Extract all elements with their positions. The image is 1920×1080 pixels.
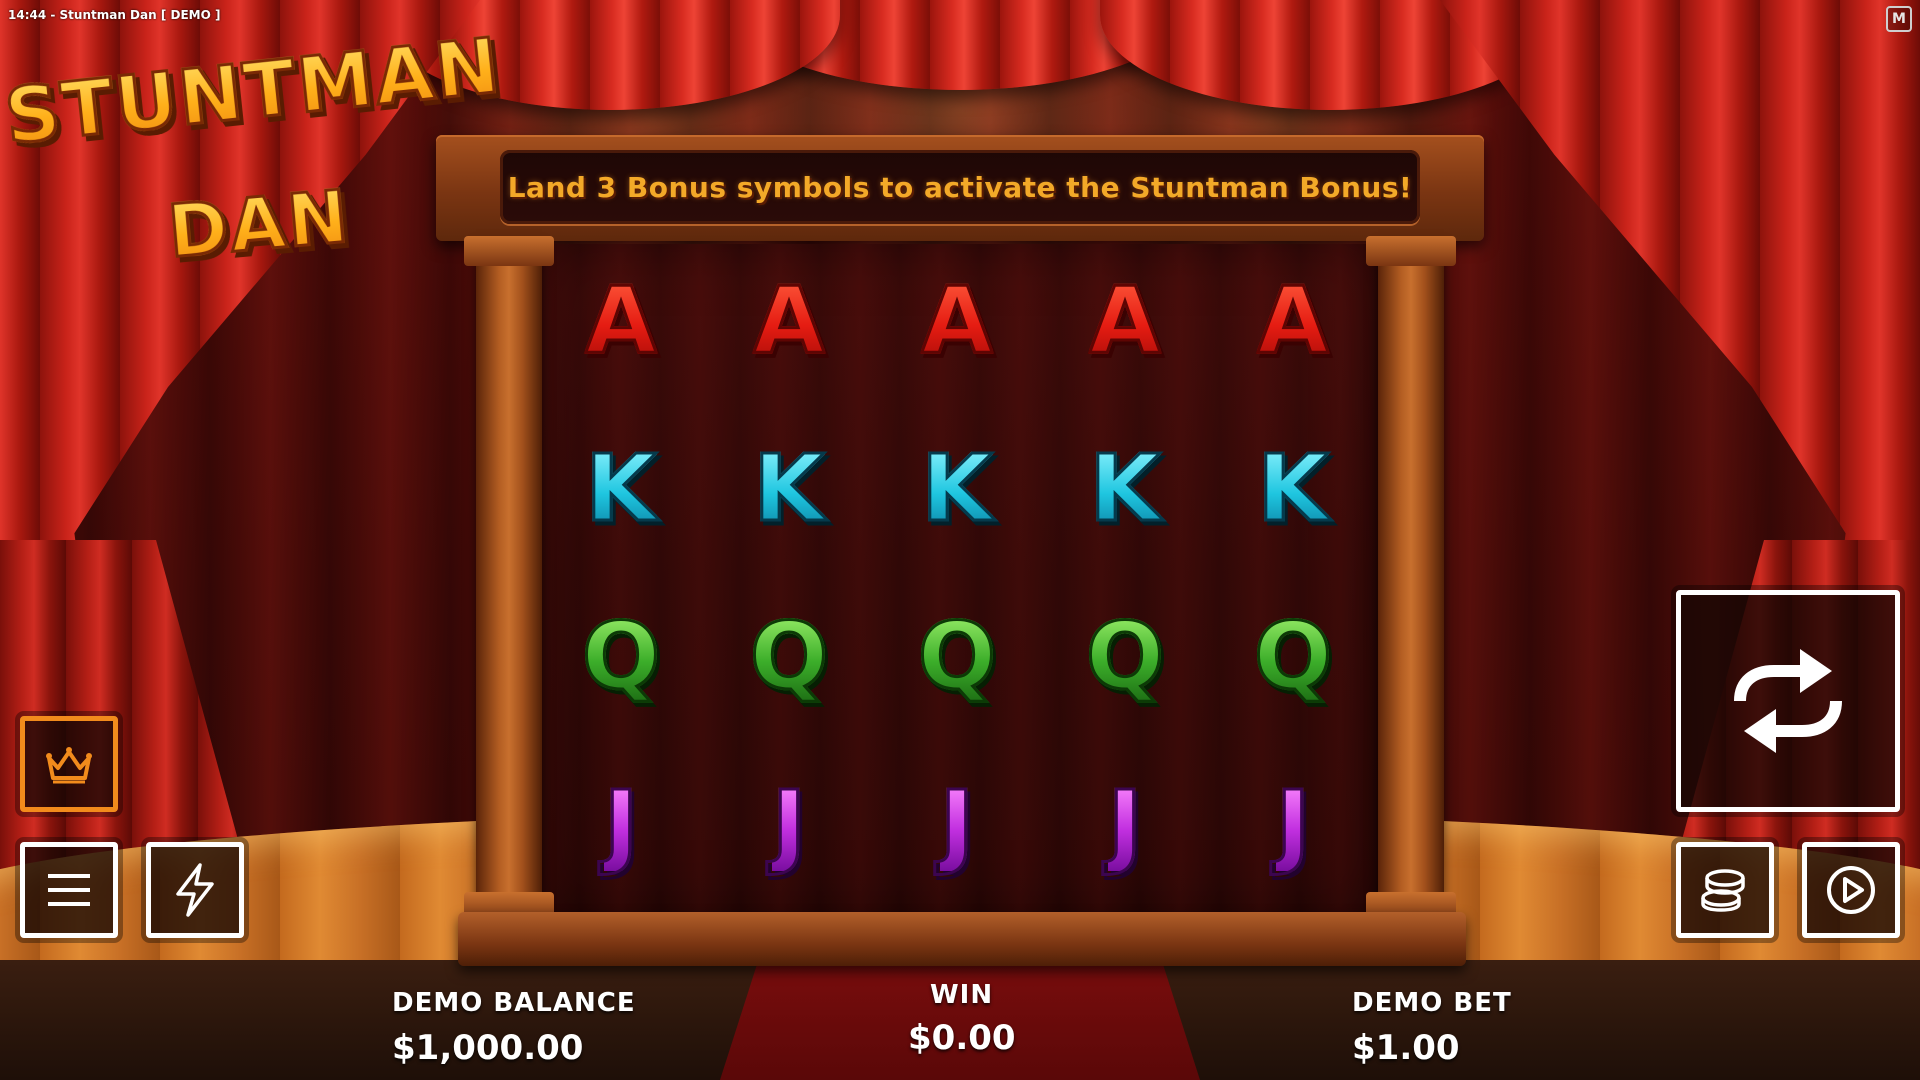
game-stage: 14:44 - Stuntman Dan [ DEMO ] M STUNTMAN… <box>0 0 1920 1080</box>
symbol-k: K <box>920 435 994 542</box>
lightning-icon <box>176 863 214 917</box>
message-banner: Land 3 Bonus symbols to activate the Stu… <box>500 150 1420 224</box>
symbol-q: Q <box>1084 603 1165 710</box>
reel-cell: J <box>1060 760 1190 890</box>
bet-button[interactable] <box>1676 842 1774 938</box>
crown-icon <box>46 747 92 784</box>
reel-cell: K <box>1060 424 1190 554</box>
m-badge-icon[interactable]: M <box>1886 6 1912 32</box>
reel-cell: A <box>892 256 1022 386</box>
spin-button[interactable] <box>1676 590 1900 812</box>
coins-icon <box>1701 869 1745 912</box>
symbol-q: Q <box>916 603 997 710</box>
balance-value: $1,000.00 <box>392 1028 584 1068</box>
symbol-a: A <box>920 267 994 374</box>
win-label: WIN <box>930 980 994 1010</box>
turbo-button[interactable] <box>146 842 244 938</box>
reel-cell: Q <box>724 592 854 722</box>
symbol-j: J <box>770 771 807 878</box>
logo-line-2: DAN <box>163 173 354 276</box>
symbol-q: Q <box>580 603 661 710</box>
reel-cell: A <box>1060 256 1190 386</box>
reel-cell: J <box>1228 760 1358 890</box>
reel-cell: K <box>724 424 854 554</box>
pillar-left <box>464 236 554 922</box>
symbol-a: A <box>752 267 826 374</box>
game-logo: STUNTMAN DAN <box>0 19 510 292</box>
reel-grid: A A A A A K K K K K Q Q Q Q Q J J J J J <box>556 256 1396 916</box>
symbol-j: J <box>1274 771 1311 878</box>
reel-cell: Q <box>1060 592 1190 722</box>
symbol-a: A <box>584 267 658 374</box>
reel-cell: K <box>892 424 1022 554</box>
hamburger-icon <box>48 874 90 906</box>
symbol-q: Q <box>1252 603 1333 710</box>
reel-cell: Q <box>556 592 686 722</box>
message-text: Land 3 Bonus symbols to activate the Stu… <box>507 170 1413 204</box>
win-value: $0.00 <box>908 1018 1016 1058</box>
symbol-a: A <box>1256 267 1330 374</box>
symbol-j: J <box>602 771 639 878</box>
reel-cell: A <box>556 256 686 386</box>
bet-label: DEMO BET <box>1352 988 1512 1018</box>
symbol-q: Q <box>748 603 829 710</box>
reel-cell: A <box>1228 256 1358 386</box>
symbol-k: K <box>752 435 826 542</box>
spin-arrows-icon <box>1734 649 1842 753</box>
reel-cell: Q <box>1228 592 1358 722</box>
symbol-a: A <box>1088 267 1162 374</box>
balance-label: DEMO BALANCE <box>392 988 636 1018</box>
symbol-k: K <box>584 435 658 542</box>
menu-button[interactable] <box>20 842 118 938</box>
reel-cell: J <box>724 760 854 890</box>
reel-cell: J <box>556 760 686 890</box>
symbol-k: K <box>1256 435 1330 542</box>
autoplay-button[interactable] <box>1802 842 1900 938</box>
window-title: 14:44 - Stuntman Dan [ DEMO ] <box>8 8 221 22</box>
vip-button[interactable] <box>20 716 118 812</box>
reel-cell: J <box>892 760 1022 890</box>
pillar-cap <box>464 236 554 266</box>
symbol-j: J <box>1106 771 1143 878</box>
reel-cell: K <box>1228 424 1358 554</box>
symbol-k: K <box>1088 435 1162 542</box>
reel-cell: Q <box>892 592 1022 722</box>
reel-base-beam <box>458 912 1466 966</box>
bet-value: $1.00 <box>1352 1028 1460 1068</box>
reel-cell: K <box>556 424 686 554</box>
symbol-j: J <box>938 771 975 878</box>
reel-cell: A <box>724 256 854 386</box>
play-icon <box>1827 866 1875 914</box>
